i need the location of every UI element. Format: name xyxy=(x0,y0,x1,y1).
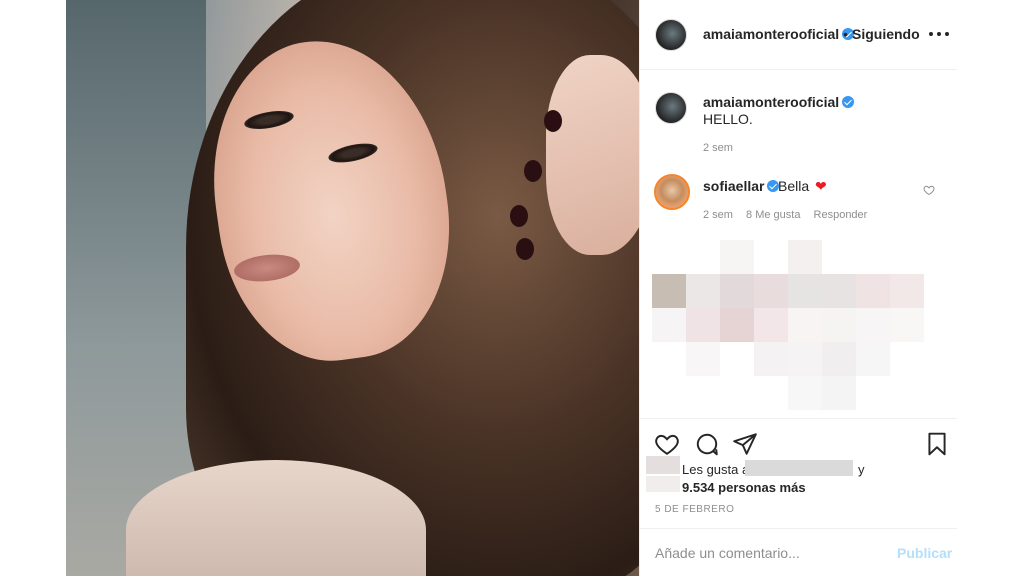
photo-nail xyxy=(544,110,562,132)
save-bookmark-icon[interactable] xyxy=(924,431,950,457)
commenter-username-link[interactable]: sofiaellar xyxy=(703,178,780,194)
comment-meta: 2 sem 8 Me gusta Responder xyxy=(703,209,877,221)
commenter-avatar[interactable] xyxy=(654,174,690,210)
photo-nail xyxy=(516,238,534,260)
author-avatar[interactable] xyxy=(655,19,687,51)
photo-nail xyxy=(524,160,542,182)
comment-likes-count[interactable]: 8 Me gusta xyxy=(746,209,800,221)
like-heart-icon[interactable] xyxy=(654,431,680,457)
caption-username-link[interactable]: amaiamonterooficial xyxy=(703,94,855,110)
caption-text: HELLO. xyxy=(703,111,753,127)
likes-others-link[interactable]: 9.534 personas más xyxy=(682,480,806,495)
caption-time[interactable]: 2 sem xyxy=(703,142,733,154)
post-date[interactable]: 5 DE FEBRERO xyxy=(655,504,734,515)
share-send-icon[interactable] xyxy=(732,431,758,457)
comment-composer: Añade un comentario... Publicar xyxy=(640,528,957,576)
post-photo[interactable] xyxy=(66,0,639,576)
liker-avatar-blurred xyxy=(646,476,680,492)
following-button[interactable]: Siguiendo xyxy=(852,26,920,42)
author-username-link[interactable]: amaiamonterooficial xyxy=(703,26,855,42)
pixelated-comments xyxy=(652,238,952,418)
comment-text: Bella ❤ xyxy=(778,178,827,194)
comment-time[interactable]: 2 sem xyxy=(703,209,733,221)
caption-avatar[interactable] xyxy=(655,92,687,124)
publish-button[interactable]: Publicar xyxy=(897,545,952,561)
liker-name-blurred[interactable] xyxy=(745,460,853,476)
comment-bubble-icon[interactable] xyxy=(694,431,720,457)
instagram-post-modal: amaiamonterooficial • Siguiendo amaiamon… xyxy=(0,0,1024,576)
verified-badge-icon xyxy=(842,96,855,108)
reply-button[interactable]: Responder xyxy=(814,209,868,221)
separator-dot: • xyxy=(843,26,848,42)
comments-list[interactable]: amaiamonterooficial HELLO. 2 sem sofiael… xyxy=(640,70,957,418)
photo-hand xyxy=(546,55,639,255)
liker-avatar-blurred xyxy=(646,456,680,474)
post-side-panel: amaiamonterooficial • Siguiendo amaiamon… xyxy=(639,0,957,576)
post-header: amaiamonterooficial • Siguiendo xyxy=(640,0,957,70)
red-heart-emoji-icon: ❤ xyxy=(815,178,827,194)
photo-nail xyxy=(510,205,528,227)
likes-and: y xyxy=(858,462,865,477)
heart-outline-icon[interactable] xyxy=(923,184,935,196)
more-horizontal-icon[interactable] xyxy=(929,26,949,42)
likes-prefix: Les gusta a xyxy=(682,462,750,477)
comment-input[interactable]: Añade un comentario... xyxy=(655,545,800,561)
